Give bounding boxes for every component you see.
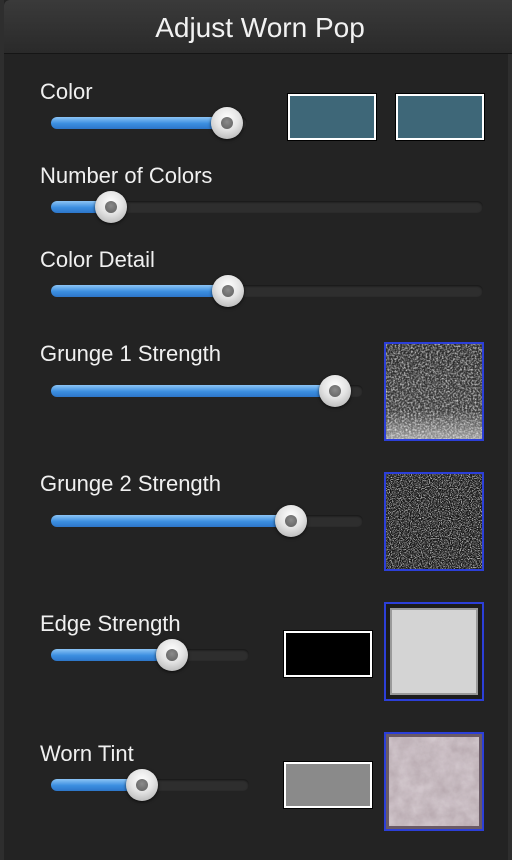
color-swatch-2[interactable]: [395, 93, 485, 141]
grunge-texture-2-thumbnail[interactable]: [384, 472, 484, 571]
color-detail-slider[interactable]: [51, 275, 483, 307]
title-bar[interactable]: Adjust Worn Pop: [4, 0, 512, 54]
grunge-1-strength-slider-knob[interactable]: [319, 375, 351, 407]
worn-tint-slider[interactable]: [51, 769, 249, 801]
color-detail-label: Color Detail: [40, 247, 155, 272]
color-detail-slider-fill: [51, 285, 228, 297]
number-of-colors-slider-knob[interactable]: [95, 191, 127, 223]
edge-strength-slider-fill: [51, 649, 172, 661]
worn-tint-label: Worn Tint: [40, 741, 134, 766]
number-of-colors-label: Number of Colors: [40, 163, 213, 188]
color-slider[interactable]: [51, 107, 247, 139]
edge-strength-label: Edge Strength: [40, 611, 181, 636]
edge-texture-thumbnail[interactable]: [384, 602, 484, 701]
adjust-worn-pop-panel: Adjust Worn Pop Color Number of Colors C…: [0, 0, 512, 860]
color-slider-knob[interactable]: [211, 107, 243, 139]
grunge-1-strength-label: Grunge 1 Strength: [40, 341, 222, 366]
grunge-texture-1-thumbnail[interactable]: [384, 342, 484, 441]
grunge-2-strength-label: Grunge 2 Strength: [40, 471, 222, 496]
grunge-2-strength-slider-knob[interactable]: [275, 505, 307, 537]
worn-tint-texture-thumbnail[interactable]: [384, 732, 484, 831]
worn-tint-color-swatch[interactable]: [283, 761, 373, 809]
grunge-1-strength-slider-fill: [51, 385, 335, 397]
color-slider-fill: [51, 117, 227, 129]
panel-title: Adjust Worn Pop: [155, 12, 365, 43]
grunge-1-strength-slider[interactable]: [51, 375, 363, 407]
number-of-colors-slider[interactable]: [51, 191, 483, 223]
color-detail-slider-knob[interactable]: [212, 275, 244, 307]
edge-strength-slider[interactable]: [51, 639, 249, 671]
edge-color-swatch[interactable]: [283, 630, 373, 678]
grunge-2-strength-slider[interactable]: [51, 505, 363, 537]
worn-tint-slider-knob[interactable]: [126, 769, 158, 801]
color-label: Color: [40, 79, 93, 104]
grunge-2-strength-slider-fill: [51, 515, 291, 527]
color-swatch-1[interactable]: [287, 93, 377, 141]
edge-strength-slider-knob[interactable]: [156, 639, 188, 671]
